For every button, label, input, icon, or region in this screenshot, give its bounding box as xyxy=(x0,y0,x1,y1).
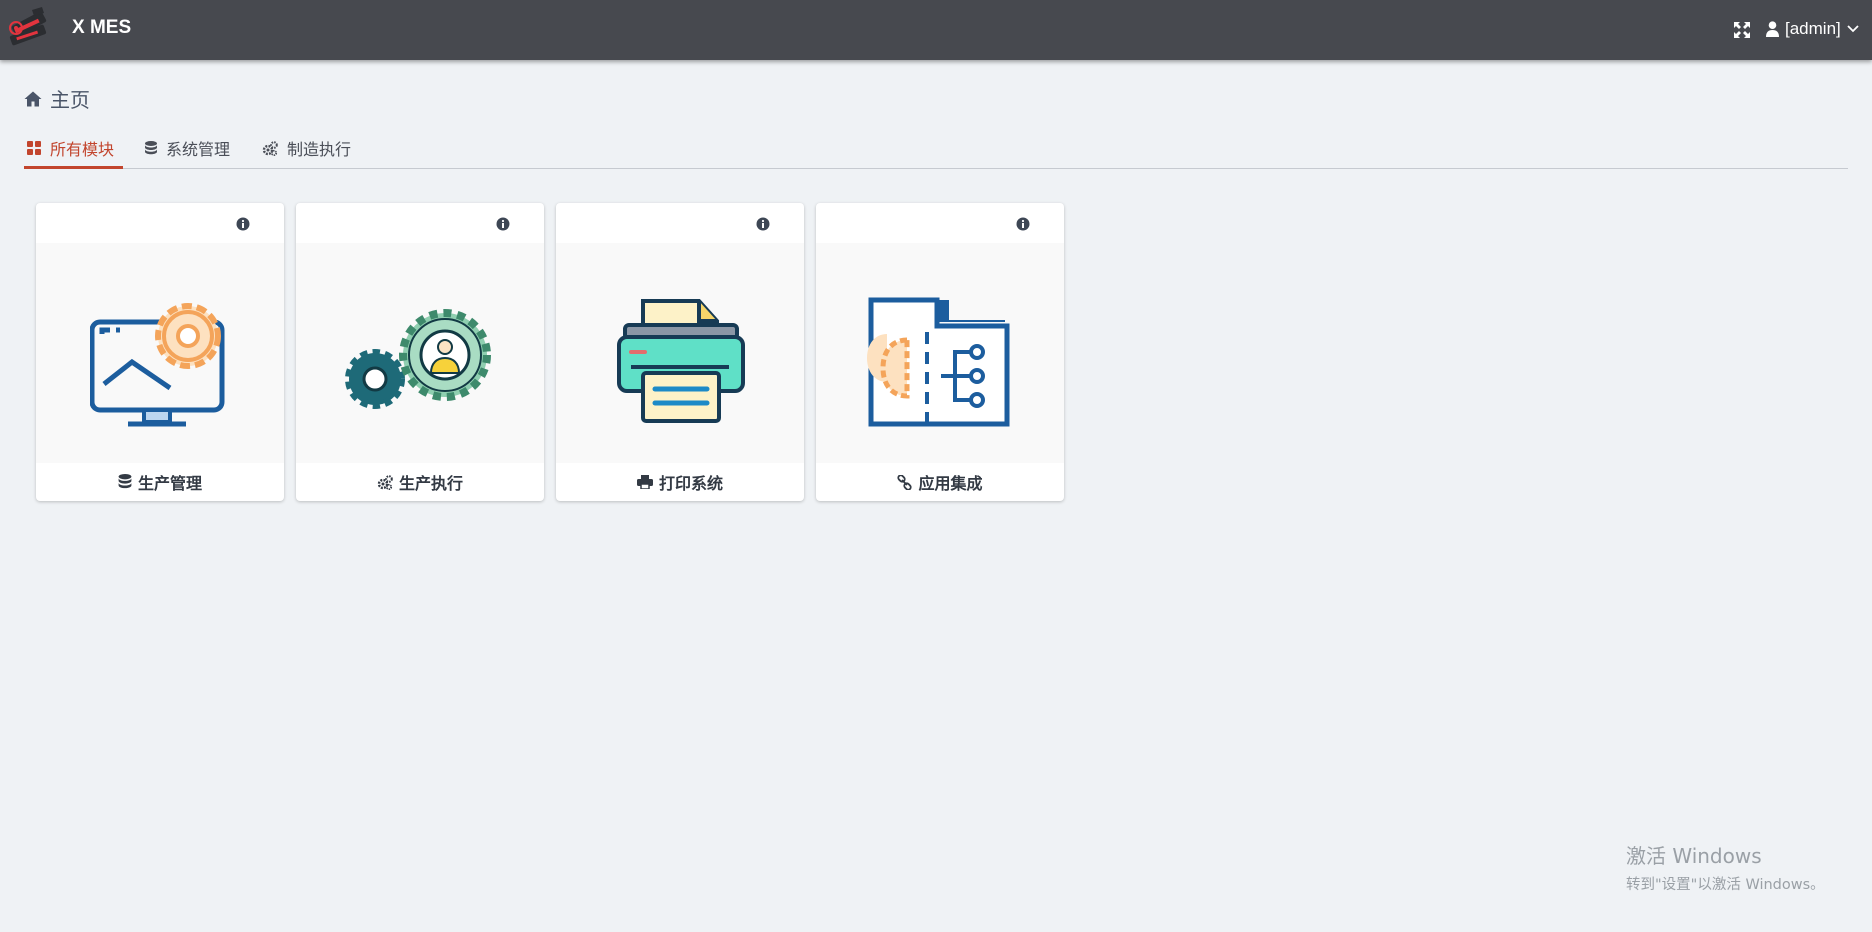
home-icon xyxy=(24,91,42,106)
module-image-area xyxy=(556,243,804,463)
module-label-text: 打印系统 xyxy=(658,474,723,493)
user-icon xyxy=(1766,21,1779,37)
page-title: 主页 xyxy=(50,88,90,112)
module-card-production-execution[interactable]: 生产执行 xyxy=(296,203,544,501)
fullscreen-icon[interactable] xyxy=(1733,21,1751,39)
top-navbar: X MES [admin] xyxy=(0,0,1872,60)
grid-icon xyxy=(27,141,41,155)
user-menu[interactable]: [admin] xyxy=(1766,18,1859,40)
module-label[interactable]: 生产执行 xyxy=(296,463,544,501)
user-name: [admin] xyxy=(1785,19,1841,38)
folder-network-illustration xyxy=(867,297,1010,427)
tab-label: 系统管理 xyxy=(166,140,231,159)
module-label-text: 生产管理 xyxy=(137,474,202,493)
info-icon[interactable] xyxy=(756,217,770,231)
windows-activation-watermark: 激活 Windows 转到"设置"以激活 Windows。 xyxy=(1626,840,1825,894)
tab-label: 制造执行 xyxy=(287,140,352,159)
info-icon[interactable] xyxy=(1016,217,1030,231)
gears-icon xyxy=(262,140,278,156)
module-image-area xyxy=(296,243,544,463)
module-label-text: 应用集成 xyxy=(918,474,983,493)
module-card-production-management[interactable]: 生产管理 xyxy=(36,203,284,501)
tab-manufacturing-execution[interactable]: 制造执行 xyxy=(262,130,351,166)
module-label[interactable]: 打印系统 xyxy=(556,463,804,501)
module-card-print-system[interactable]: 打印系统 xyxy=(556,203,804,501)
database-icon xyxy=(118,474,132,489)
app-title[interactable]: X MES xyxy=(72,17,131,39)
module-image-area xyxy=(816,243,1064,463)
print-icon xyxy=(636,475,653,489)
gears-icon xyxy=(377,474,393,490)
monitor-gear-illustration xyxy=(90,302,225,427)
module-label[interactable]: 生产管理 xyxy=(36,463,284,501)
database-icon xyxy=(145,140,157,154)
printer-illustration xyxy=(617,298,745,423)
watermark-subtitle: 转到"设置"以激活 Windows。 xyxy=(1626,877,1825,893)
module-label[interactable]: 应用集成 xyxy=(816,463,1064,501)
module-image-area xyxy=(36,243,284,463)
gears-worker-illustration xyxy=(345,308,491,409)
info-icon[interactable] xyxy=(236,217,250,231)
module-tabs: 所有模块 系统管理 制造执行 xyxy=(24,130,1848,169)
chevron-down-icon xyxy=(1847,25,1859,33)
tab-system-management[interactable]: 系统管理 xyxy=(145,130,230,166)
tab-label: 所有模块 xyxy=(50,140,115,159)
module-card-application-integration[interactable]: 应用集成 xyxy=(816,203,1064,501)
watermark-title: 激活 Windows xyxy=(1626,844,1762,868)
info-icon[interactable] xyxy=(496,217,510,231)
module-label-text: 生产执行 xyxy=(398,474,463,493)
breadcrumb: 主页 xyxy=(24,84,90,113)
tab-all-modules[interactable]: 所有模块 xyxy=(24,130,123,169)
app-logo[interactable] xyxy=(2,4,58,56)
link-icon xyxy=(897,474,913,490)
